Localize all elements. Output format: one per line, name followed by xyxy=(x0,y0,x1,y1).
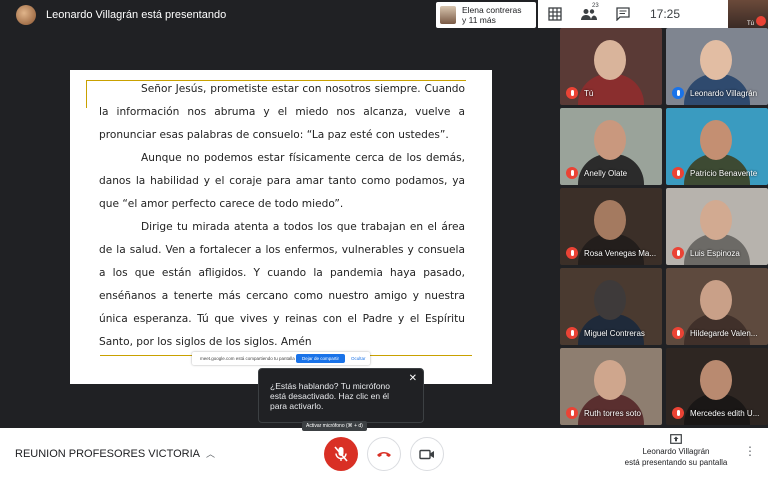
meeting-details-button[interactable]: REUNION PROFESORES VICTORIA ︿ xyxy=(15,447,215,460)
participant-name: Patricio Benavente xyxy=(690,169,758,178)
top-toolbar: 23 17:25 Tú xyxy=(538,0,768,28)
participant-face xyxy=(594,40,626,80)
participant-name: Mercedes edith U... xyxy=(690,409,760,418)
participant-tile[interactable]: Ruth torres soto xyxy=(560,348,662,425)
mic-off-icon xyxy=(672,247,684,259)
share-bar-text: meet.google.com está compartiendo tu pan… xyxy=(200,356,295,361)
present-screen-icon xyxy=(670,434,682,444)
participant-face xyxy=(594,200,626,240)
participant-face xyxy=(700,360,732,400)
participant-tile[interactable]: Anelly Olate xyxy=(560,108,662,185)
close-icon[interactable]: ✕ xyxy=(409,373,417,384)
mic-off-icon xyxy=(672,327,684,339)
document-side-rule xyxy=(86,80,87,108)
participant-face xyxy=(700,120,732,160)
hang-up-icon xyxy=(377,452,391,457)
screen-share-bar: meet.google.com está compartiendo tu pan… xyxy=(192,352,370,365)
mic-muted-tooltip: ¿Estás hablando? Tu micrófono está desac… xyxy=(258,368,424,423)
clock: 17:25 xyxy=(650,7,681,21)
other-participants-chip[interactable]: Elena contreras y 11 más xyxy=(436,2,536,28)
participant-count: 23 xyxy=(592,3,599,9)
chevron-up-icon: ︿ xyxy=(206,449,216,459)
mic-off-icon xyxy=(566,407,578,419)
bottom-bar: REUNION PROFESORES VICTORIA ︿ Activar mi… xyxy=(0,421,768,480)
participant-tile[interactable]: Tú xyxy=(560,28,662,105)
document-paragraph: Aunque no podemos estar físicamente cerc… xyxy=(99,152,465,210)
presenting-title: Leonardo Villagrán está presentando xyxy=(46,9,227,21)
participant-tile[interactable]: Miguel Contreras xyxy=(560,268,662,345)
mic-off-icon xyxy=(566,247,578,259)
participant-face xyxy=(594,280,626,320)
others-count: y 11 más xyxy=(462,15,496,25)
camera-toggle-button[interactable] xyxy=(410,437,444,471)
participant-name: Luis Espinoza xyxy=(690,249,740,258)
hide-share-bar-button[interactable]: Ocultar xyxy=(351,356,366,361)
participant-avatar xyxy=(440,6,456,24)
self-preview-thumbnail[interactable]: Tú xyxy=(728,0,768,28)
mic-off-icon xyxy=(672,167,684,179)
mic-off-icon xyxy=(672,407,684,419)
presenting-status[interactable]: Leonardo Villagrán está presentando su p… xyxy=(620,434,732,468)
participant-tile[interactable]: Rosa Venegas Ma... xyxy=(560,188,662,265)
participant-face xyxy=(700,40,732,80)
tooltip-text: ¿Estás hablando? Tu micrófono está desac… xyxy=(270,381,391,411)
mic-off-icon xyxy=(566,327,578,339)
presenter-name: Leonardo Villagrán xyxy=(642,447,710,456)
participant-tile[interactable]: Patricio Benavente xyxy=(666,108,768,185)
participant-name: Anelly Olate xyxy=(584,169,628,178)
participant-tile[interactable]: Hildegarde Valen... xyxy=(666,268,768,345)
participant-face xyxy=(594,360,626,400)
participant-grid: Tú Leonardo Villagrán Anelly Olate Patri… xyxy=(560,28,768,428)
self-label: Tú xyxy=(746,21,754,27)
participant-face xyxy=(594,120,626,160)
stop-sharing-button[interactable]: Dejar de compartir xyxy=(296,354,346,363)
others-name: Elena contreras xyxy=(462,5,522,15)
shared-document: Señor Jesús, prometiste estar con nosotr… xyxy=(70,70,492,384)
participant-name: Hildegarde Valen... xyxy=(690,329,758,338)
presenting-subtitle: está presentando su pantalla xyxy=(624,458,728,467)
document-paragraph: Señor Jesús, prometiste estar con nosotr… xyxy=(99,83,465,141)
mic-speaking-icon xyxy=(672,87,684,99)
others-text: Elena contreras y 11 más xyxy=(462,5,522,25)
layout-grid-icon[interactable] xyxy=(538,0,572,28)
leave-call-button[interactable] xyxy=(367,437,401,471)
participant-name: Ruth torres soto xyxy=(584,409,641,418)
chat-icon[interactable] xyxy=(606,0,640,28)
more-options-icon[interactable]: ⋮ xyxy=(744,444,756,458)
people-icon[interactable]: 23 xyxy=(572,0,606,28)
meet-window: Leonardo Villagrán está presentando Elen… xyxy=(0,0,768,480)
camera-icon xyxy=(419,449,434,459)
participant-name: Rosa Venegas Ma... xyxy=(584,249,657,258)
mic-off-icon xyxy=(566,87,578,99)
mic-shortcut-tooltip: Activar micrófono (⌘ + d) xyxy=(302,421,367,431)
participant-tile[interactable]: Luis Espinoza xyxy=(666,188,768,265)
mic-off-icon xyxy=(756,16,766,26)
document-paragraph: Dirige tu mirada atenta a todos los que … xyxy=(99,221,465,348)
participant-tile[interactable]: Leonardo Villagrán xyxy=(666,28,768,105)
meeting-name: REUNION PROFESORES VICTORIA xyxy=(15,447,200,460)
mic-off-icon xyxy=(334,446,348,462)
participant-name: Tú xyxy=(584,89,594,98)
participant-face xyxy=(700,200,732,240)
presenter-avatar xyxy=(16,5,36,25)
participant-face xyxy=(700,280,732,320)
participant-name: Miguel Contreras xyxy=(584,329,645,338)
mic-off-icon xyxy=(566,167,578,179)
mic-toggle-button[interactable] xyxy=(324,437,358,471)
participant-tile[interactable]: Mercedes edith U... xyxy=(666,348,768,425)
participant-name: Leonardo Villagrán xyxy=(690,89,758,98)
document-text: Señor Jesús, prometiste estar con nosotr… xyxy=(99,78,465,354)
